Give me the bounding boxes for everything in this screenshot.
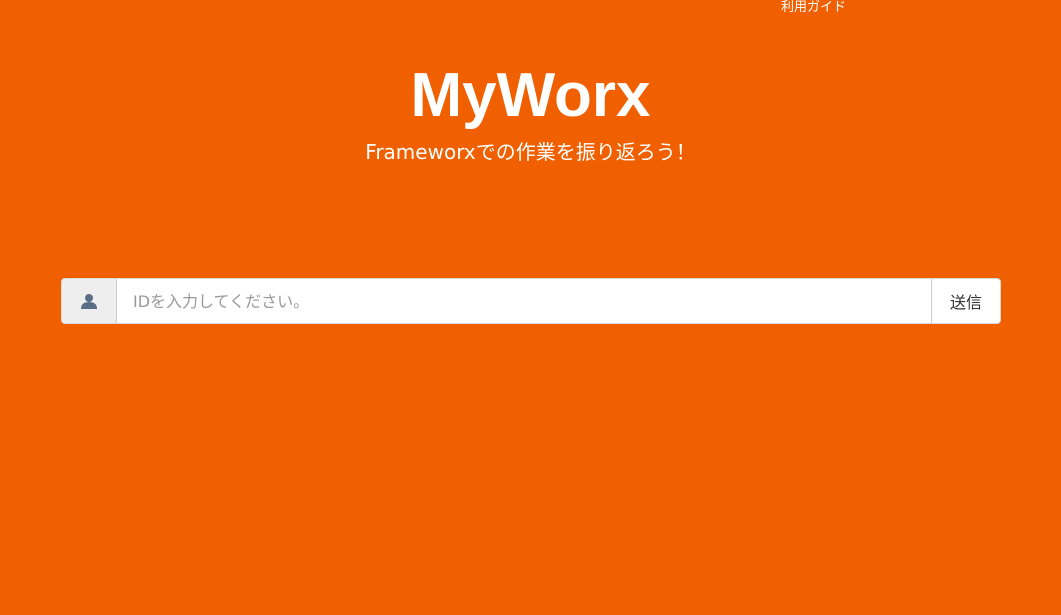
usage-guide-link[interactable]: 利用ガイド [781,0,846,15]
user-icon-addon [62,279,117,323]
page-title: MyWorx [410,61,651,130]
hero: MyWorx Frameworxでの作業を振り返ろう！ [0,58,1061,166]
submit-button[interactable]: 送信 [931,279,1000,323]
id-form: 送信 [61,278,1001,324]
id-input[interactable] [117,279,931,323]
user-icon [81,294,97,309]
page-subtitle: Frameworxでの作業を振り返ろう！ [365,140,696,164]
